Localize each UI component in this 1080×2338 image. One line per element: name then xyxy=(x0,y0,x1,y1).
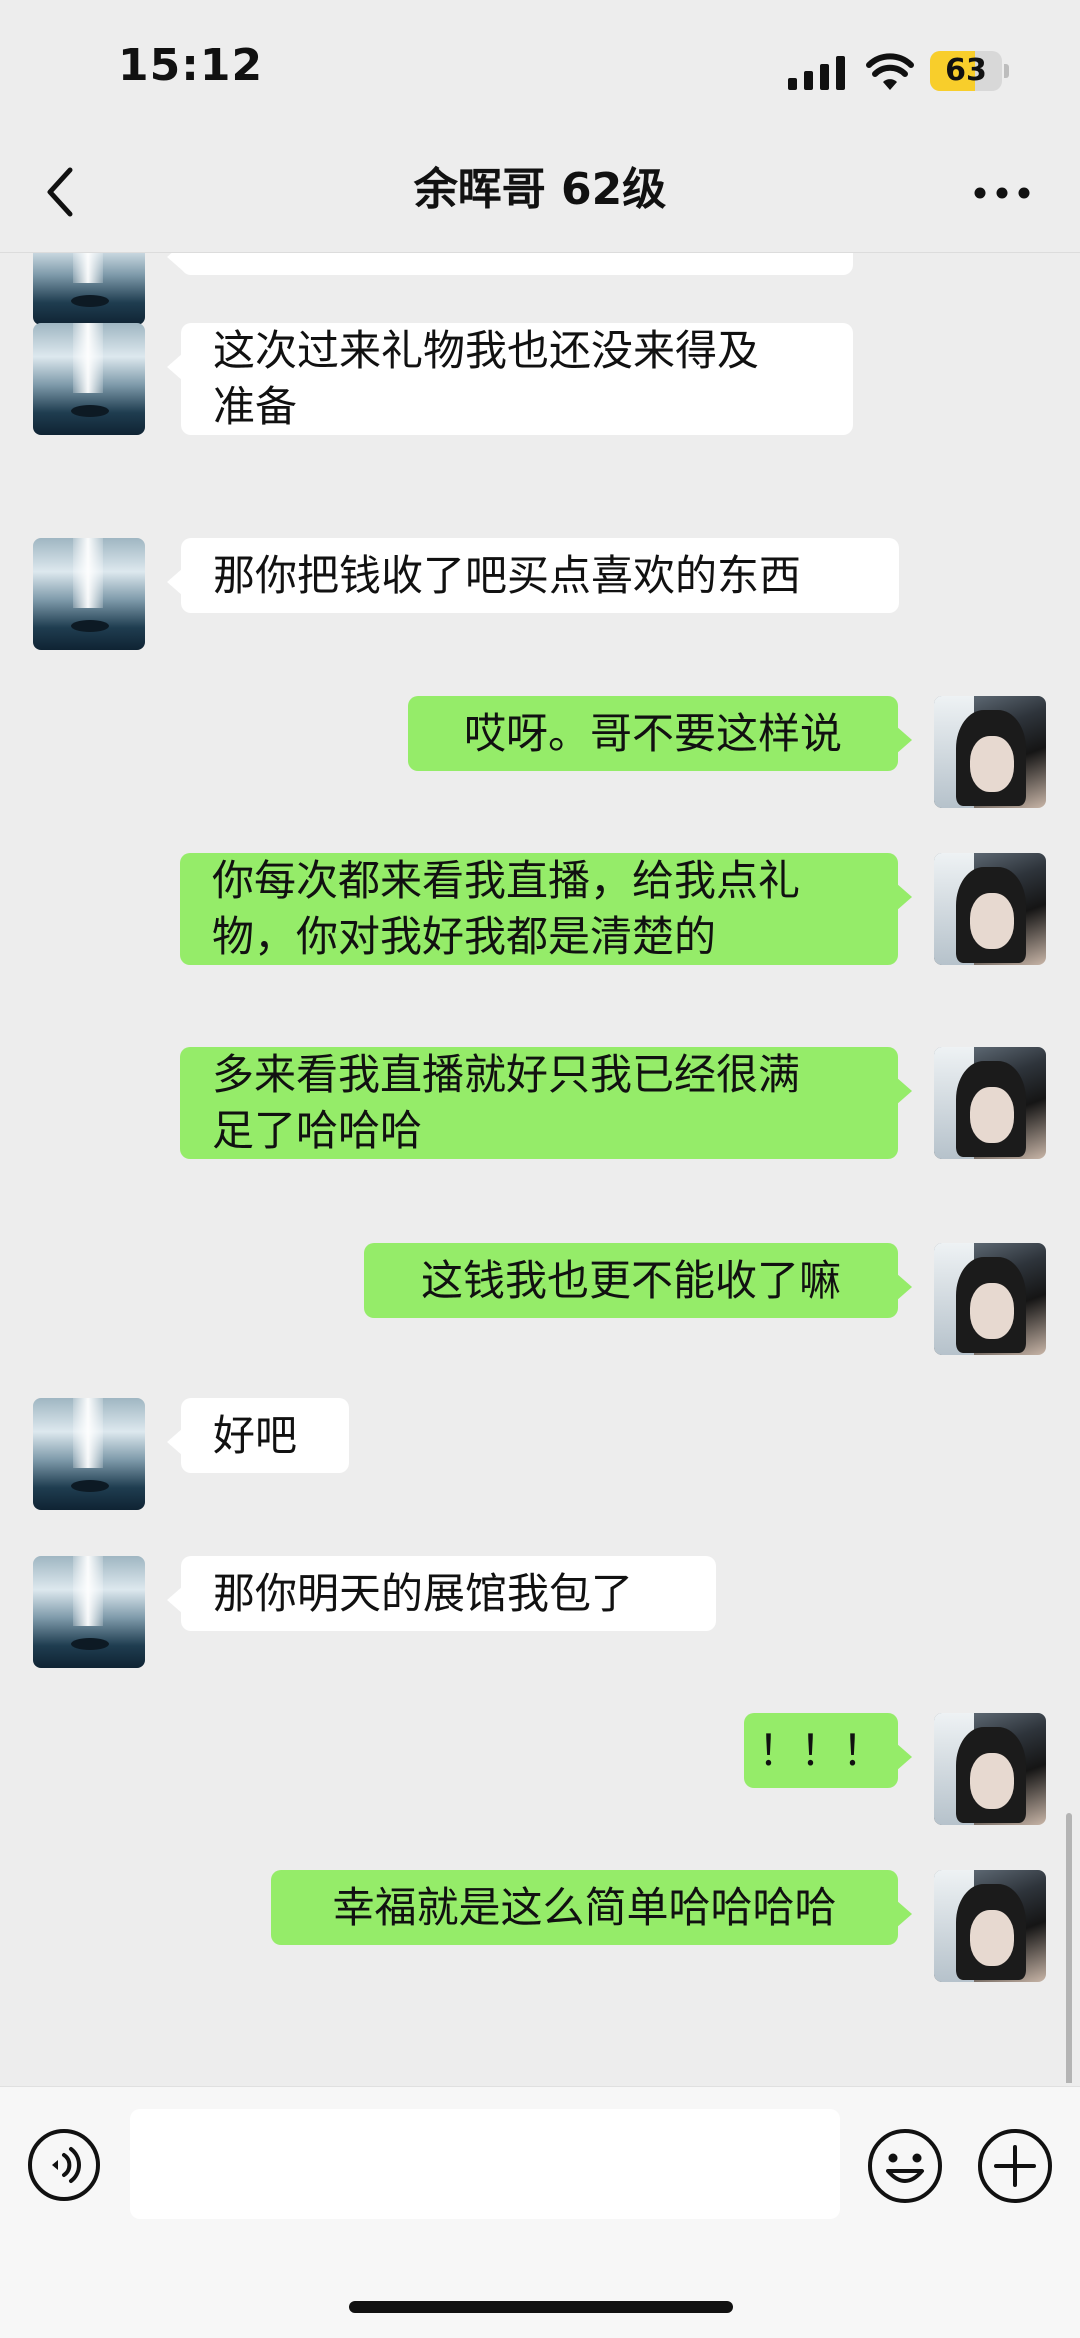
home-indicator xyxy=(349,2301,733,2313)
message-bubble[interactable]: ！！！ xyxy=(744,1713,912,1788)
message-text: 幸福就是这么简单哈哈哈哈 xyxy=(332,1882,837,1932)
peer-avatar[interactable] xyxy=(33,1398,145,1510)
message-bubble-cutoff xyxy=(167,253,853,275)
status-time: 15:12 xyxy=(118,40,264,91)
nav-bar: 余晖哥 62级 xyxy=(0,140,1080,253)
plus-icon[interactable] xyxy=(976,2127,1054,2205)
message-bubble[interactable]: 好吧 xyxy=(167,1398,349,1473)
wifi-icon xyxy=(866,53,914,90)
self-avatar[interactable] xyxy=(934,1713,1046,1825)
battery-level: 63 xyxy=(945,53,987,88)
message-bubble[interactable]: 多来看我直播就好只我已经很满 足了哈哈哈 xyxy=(180,1047,912,1159)
self-avatar[interactable] xyxy=(934,696,1046,808)
message-text: 这次过来礼物我也还没来得及 xyxy=(213,326,760,375)
message-list[interactable]: 这次过来礼物我也还没来得及 准备那你把钱收了吧买点喜欢的东西哎呀。哥不要这样说你每… xyxy=(0,253,1080,2083)
self-avatar[interactable] xyxy=(934,1047,1046,1159)
peer-avatar[interactable] xyxy=(33,253,145,325)
signal-icon xyxy=(788,56,845,90)
message-text: 那你明天的展馆我包了 xyxy=(213,1568,634,1618)
message-bubble[interactable]: 你每次都来看我直播，给我点礼 物，你对我好我都是清楚的 xyxy=(180,853,912,965)
status-bar: 15:12 63 xyxy=(0,0,1080,140)
chat-title: 余晖哥 62级 xyxy=(413,164,667,215)
message-text: 这钱我也更不能收了嘛 xyxy=(420,1255,841,1305)
input-bar xyxy=(0,2086,1080,2338)
peer-avatar[interactable] xyxy=(33,1556,145,1668)
message-text: 哎呀。哥不要这样说 xyxy=(463,708,842,758)
self-avatar[interactable] xyxy=(934,853,1046,965)
message-text: 准备 xyxy=(213,382,298,431)
message-text: 好吧 xyxy=(213,1410,298,1460)
peer-avatar[interactable] xyxy=(33,538,145,650)
message-bubble[interactable]: 这钱我也更不能收了嘛 xyxy=(364,1243,912,1318)
peer-avatar[interactable] xyxy=(33,323,145,435)
message-bubble[interactable]: 哎呀。哥不要这样说 xyxy=(408,696,912,771)
self-avatar[interactable] xyxy=(934,1243,1046,1355)
message-text: 你每次都来看我直播，给我点礼 xyxy=(212,856,801,905)
message-text: ！！！ xyxy=(758,1725,885,1775)
message-bubble[interactable]: 幸福就是这么简单哈哈哈哈 xyxy=(271,1870,912,1945)
scrollbar[interactable] xyxy=(1066,1813,1072,2083)
message-bubble[interactable]: 那你把钱收了吧买点喜欢的东西 xyxy=(167,538,899,613)
battery-indicator: 63 xyxy=(930,51,1009,91)
voice-icon[interactable] xyxy=(26,2127,102,2203)
self-avatar[interactable] xyxy=(934,1870,1046,1982)
message-text: 多来看我直播就好只我已经很满 xyxy=(212,1050,801,1099)
emoji-icon[interactable] xyxy=(866,2127,944,2205)
message-text: 那你把钱收了吧买点喜欢的东西 xyxy=(213,550,802,600)
message-bubble[interactable]: 这次过来礼物我也还没来得及 准备 xyxy=(167,323,853,435)
message-text: 物，你对我好我都是清楚的 xyxy=(212,912,717,961)
message-bubble[interactable]: 那你明天的展馆我包了 xyxy=(167,1556,716,1631)
more-dots-icon[interactable] xyxy=(972,180,1032,206)
message-text: 足了哈哈哈 xyxy=(212,1106,423,1155)
message-input[interactable] xyxy=(130,2109,840,2219)
